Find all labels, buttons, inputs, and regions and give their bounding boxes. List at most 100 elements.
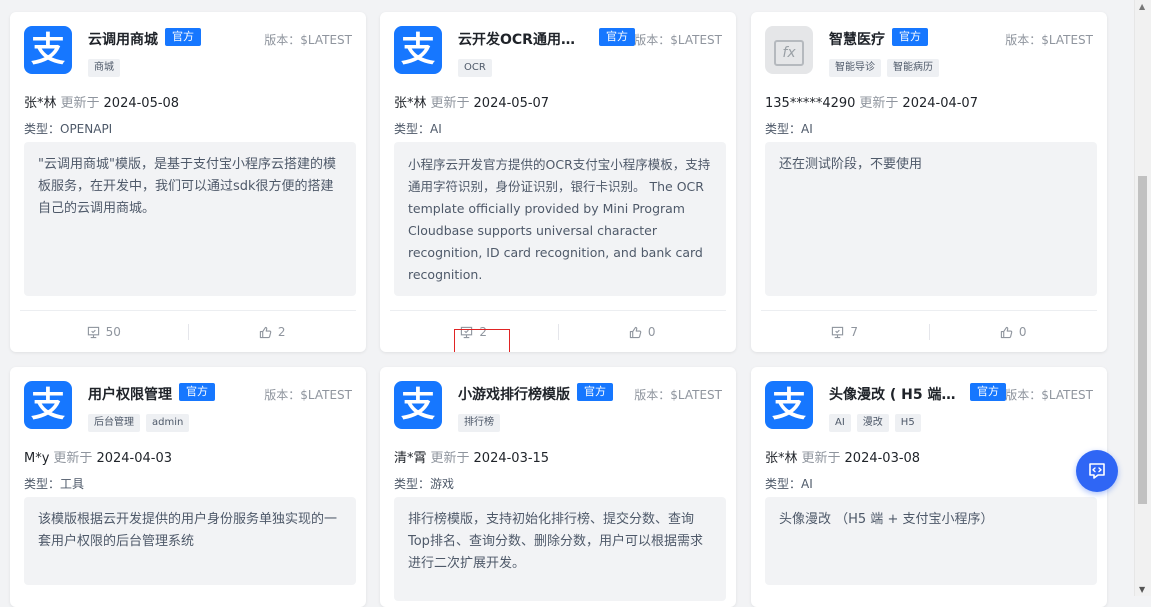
tag: 后台管理 [88,414,140,432]
type-label: 类型：工具 [24,477,85,491]
author-meta: 135*****4290 更新于 2024-04-07 [765,92,978,111]
thumbs-up-icon [259,326,272,338]
author-meta: 张*林 更新于 2024-05-07 [394,92,549,111]
template-card[interactable]: fx 智慧医疗 官方 版本：$LATEST 智能导诊 智能病历 135*****… [751,12,1107,352]
tag: 商城 [88,59,120,77]
scroll-up-arrow-icon[interactable]: ▲ [1139,2,1145,11]
card-description: 排行榜模版，支持初始化排行榜、提交分数、查询Top排名、查询分数、删除分数，用户… [394,497,726,601]
views-count: 7 [850,325,859,339]
version-label: 版本：$LATEST [264,33,352,47]
official-badge: 官方 [577,383,613,401]
version-label: 版本：$LATEST [264,388,352,402]
code-glyph [1089,463,1105,479]
update-date: 2024-04-07 [902,96,978,111]
card-title[interactable]: 云调用商城 [88,29,158,49]
update-date: 2024-03-08 [844,451,921,466]
author-name: M*y [24,451,50,466]
card-footer: 2 0 [390,310,726,352]
tag: AI [829,414,851,432]
official-badge: 官方 [970,383,1006,401]
template-card[interactable]: 支 头像漫改 ( H5 端 ... 官方 版本：$LATEST AI 漫改 H5… [751,367,1107,607]
template-card[interactable]: 支 用户权限管理 官方 版本：$LATEST 后台管理 admin M*y 更新于… [10,367,366,607]
template-card[interactable]: 支 云调用商城 官方 版本：$LATEST 商城 张*林 更新于 2024-05-0… [10,12,366,352]
likes-count: 0 [1018,325,1027,339]
author-name: 张*林 [394,96,427,111]
views-stat[interactable]: 50 [20,325,188,339]
author-meta: 清*霄 更新于 2024-03-15 [394,447,549,466]
tag-list: 排行榜 [458,414,500,432]
update-date: 2024-05-07 [473,96,550,111]
tag: OCR [458,59,492,77]
type-label: 类型：OPENAPI [24,122,113,136]
updated-label: 更新于 [60,96,100,111]
vertical-scrollbar[interactable]: ▲ ▼ [1134,0,1151,596]
card-title[interactable]: 云开发OCR通用识... [458,29,588,49]
author-meta: 张*林 更新于 2024-05-08 [24,92,179,111]
card-title[interactable]: 智慧医疗 [829,29,885,49]
views-icon [87,326,99,338]
alipay-logo-icon: 支 [765,381,813,429]
likes-stat[interactable]: 0 [930,325,1098,339]
card-footer: 50 2 [20,310,356,352]
template-card[interactable]: 支 云开发OCR通用识... 官方 版本：$LATEST OCR 张*林 更新于 2… [380,12,736,352]
author-name: 张*林 [24,96,57,111]
card-description: 头像漫改 （H5 端 + 支付宝小程序） [765,497,1097,585]
author-name: 张*林 [765,451,798,466]
type-label: 类型：AI [394,122,442,136]
type-label: 类型：AI [765,122,813,136]
likes-count: 0 [647,325,656,339]
card-description: 还在测试阶段，不要使用 [765,142,1097,296]
likes-stat[interactable]: 2 [189,325,357,339]
updated-label: 更新于 [430,96,470,111]
author-meta: 张*林 更新于 2024-03-08 [765,447,920,466]
tag: H5 [894,414,921,432]
tag-list: 智能导诊 智能病历 [829,59,939,77]
card-title[interactable]: 头像漫改 ( H5 端 ... [829,384,959,404]
updated-label: 更新于 [801,451,841,466]
views-count: 50 [105,325,121,339]
alipay-logo-icon: 支 [394,381,442,429]
tag-list: OCR [458,59,492,77]
updated-label: 更新于 [53,451,93,466]
tag: 漫改 [856,414,889,432]
author-name: 135*****4290 [765,96,856,111]
template-grid: 支 云调用商城 官方 版本：$LATEST 商城 张*林 更新于 2024-05-0… [0,0,1135,607]
card-title[interactable]: 小游戏排行榜模版 [458,384,570,404]
code-icon[interactable] [1076,450,1118,492]
alipay-logo-icon: 支 [24,381,72,429]
author-meta: M*y 更新于 2024-04-03 [24,447,172,466]
alipay-logo-icon: 支 [24,26,72,74]
card-description: 该模版根据云开发提供的用户身份服务单独实现的一套用户权限的后台管理系统 [24,497,356,585]
views-stat[interactable]: 7 [761,325,929,339]
update-date: 2024-05-08 [103,96,180,111]
tag-list: 后台管理 admin [88,414,190,432]
tag: admin [146,414,190,432]
likes-count: 2 [277,325,286,339]
function-logo-icon: fx [765,26,813,74]
author-name: 清*霄 [394,451,427,466]
update-date: 2024-03-15 [473,451,550,466]
version-label: 版本：$LATEST [634,388,722,402]
card-description: "云调用商城"模版，是基于支付宝小程序云搭建的模板服务，在开发中，我们可以通过s… [24,142,356,296]
scroll-down-arrow-icon[interactable]: ▼ [1139,585,1145,594]
tag: 排行榜 [458,414,500,432]
updated-label: 更新于 [430,451,470,466]
tag: 智能病历 [887,59,939,77]
type-label: 类型：AI [765,477,813,491]
thumbs-up-icon [629,326,642,338]
scrollbar-thumb[interactable] [1138,176,1147,504]
type-label: 类型：游戏 [394,477,455,491]
views-stat[interactable]: 2 [390,325,558,352]
views-icon [832,326,844,338]
card-title[interactable]: 用户权限管理 [88,384,172,404]
template-card[interactable]: 支 小游戏排行榜模版 官方 版本：$LATEST 排行榜 清*霄 更新于 2024-… [380,367,736,607]
highlight-box [454,329,510,352]
likes-stat[interactable]: 0 [559,325,727,339]
version-label: 版本：$LATEST [1005,388,1093,402]
version-label: 版本：$LATEST [634,33,722,47]
official-badge: 官方 [892,28,928,46]
official-badge: 官方 [599,28,635,46]
official-badge: 官方 [165,28,201,46]
updated-label: 更新于 [859,96,899,111]
card-footer: 7 0 [761,310,1097,352]
